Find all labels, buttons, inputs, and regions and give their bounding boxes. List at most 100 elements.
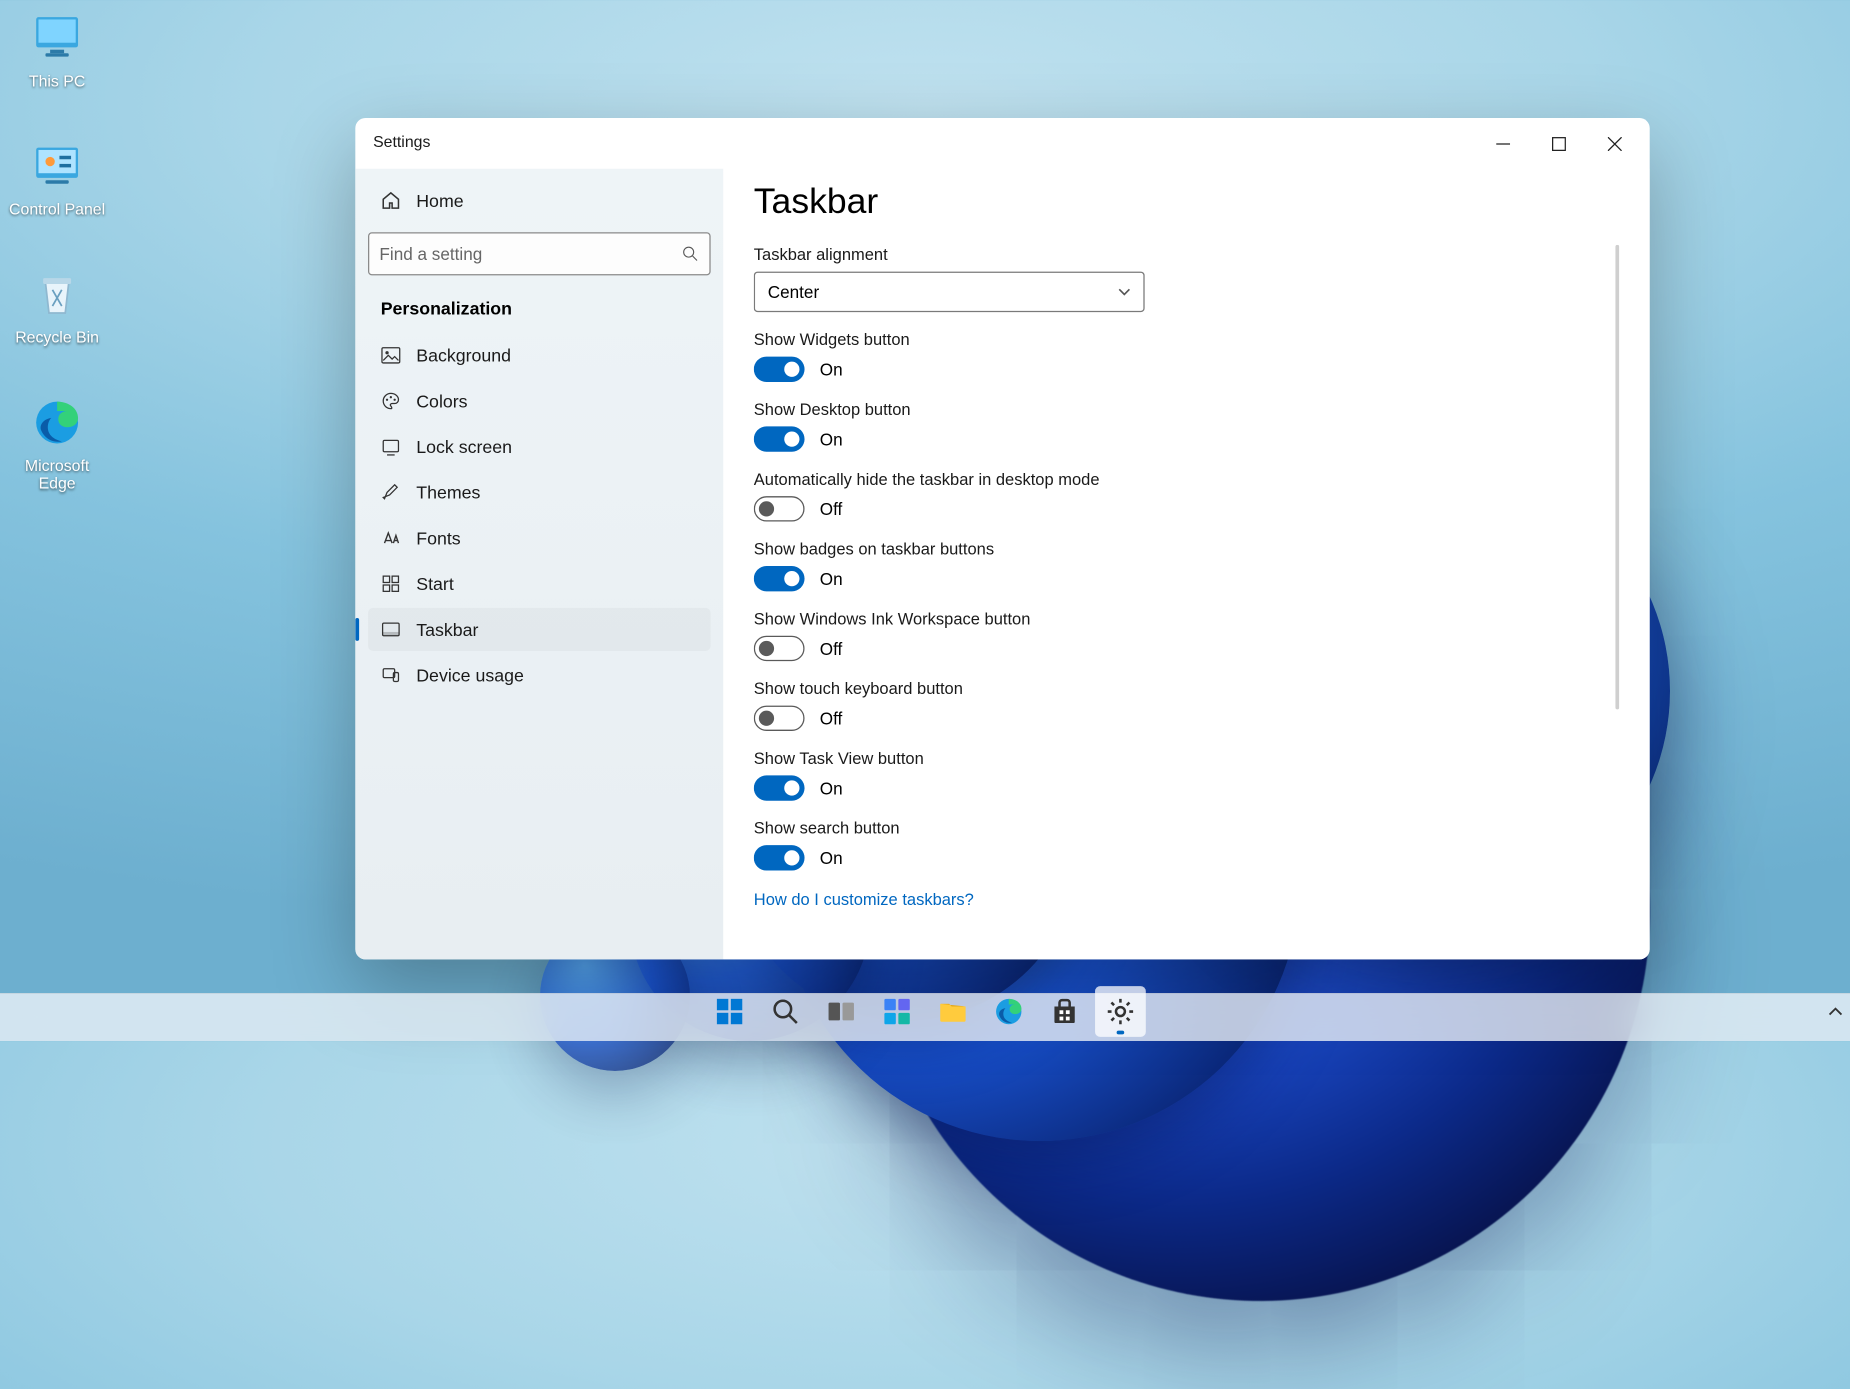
toggle-switch[interactable] xyxy=(754,426,805,451)
search-button[interactable] xyxy=(760,986,811,1037)
window-title: Settings xyxy=(373,133,430,151)
nav-label: Fonts xyxy=(416,528,460,548)
nav-label: Background xyxy=(416,345,511,365)
fonts-icon xyxy=(381,528,401,548)
nav-label: Taskbar xyxy=(416,619,478,639)
nav-home[interactable]: Home xyxy=(368,179,711,222)
desktop-icon-label: Control Panel xyxy=(9,201,105,219)
chevron-down-icon xyxy=(1118,286,1131,299)
setting-label: Show search button xyxy=(754,819,1612,838)
maximize-button[interactable] xyxy=(1530,123,1586,164)
nav-start[interactable]: Start xyxy=(368,562,711,605)
device-usage-icon xyxy=(381,665,401,685)
settings-button[interactable] xyxy=(1095,986,1146,1037)
settings-search[interactable] xyxy=(368,232,711,275)
desktop-icon-recycle-bin[interactable]: Recycle Bin xyxy=(15,266,99,346)
desktop-icon-label: This PC xyxy=(29,72,85,90)
chevron-up-icon[interactable] xyxy=(1826,1002,1845,1021)
task-view-icon xyxy=(826,996,856,1026)
desktop-icon-label: Microsoft Edge xyxy=(6,457,108,493)
nav-taskbar[interactable]: Taskbar xyxy=(368,608,711,651)
control-panel-icon xyxy=(29,138,85,194)
nav-label: Colors xyxy=(416,391,467,411)
nav-device-usage[interactable]: Device usage xyxy=(368,654,711,697)
microsoft-store-button[interactable] xyxy=(1039,986,1090,1037)
folder-icon xyxy=(938,996,968,1026)
desktop-icon-label: Recycle Bin xyxy=(15,329,99,347)
nav-label: Device usage xyxy=(416,665,524,685)
settings-sidebar: Home Personalization Background Colors L… xyxy=(355,169,723,960)
nav-themes[interactable]: Themes xyxy=(368,471,711,514)
lock-screen-icon xyxy=(381,437,401,457)
start-button[interactable] xyxy=(704,986,755,1037)
desktop-icon-microsoft-edge[interactable]: Microsoft Edge xyxy=(6,395,108,493)
search-input[interactable] xyxy=(379,244,681,263)
grid-icon xyxy=(381,574,401,594)
toggle-switch[interactable] xyxy=(754,357,805,382)
taskbar-alignment-dropdown[interactable]: Center xyxy=(754,272,1145,313)
system-tray[interactable]: ENG 3:44 AM 6/17/2021 1 xyxy=(1826,994,1850,1028)
toggle-switch[interactable] xyxy=(754,496,805,521)
toggle-state: Off xyxy=(820,639,843,658)
toggle-state: Off xyxy=(820,499,843,518)
desktop-icon-control-panel[interactable]: Control Panel xyxy=(9,138,105,218)
sidebar-section: Personalization xyxy=(368,291,711,332)
nav-fonts[interactable]: Fonts xyxy=(368,516,711,559)
search-icon xyxy=(681,245,699,263)
picture-icon xyxy=(381,345,401,365)
toggle-switch[interactable] xyxy=(754,706,805,731)
dropdown-value: Center xyxy=(768,282,819,301)
edge-icon xyxy=(29,395,85,451)
toggle-state: On xyxy=(820,430,843,449)
edge-button[interactable] xyxy=(983,986,1034,1037)
toggle-switch[interactable] xyxy=(754,775,805,800)
close-button[interactable] xyxy=(1586,123,1642,164)
setting-label: Show Task View button xyxy=(754,749,1612,768)
setting-label: Show badges on taskbar buttons xyxy=(754,539,1612,558)
taskbar-center xyxy=(704,986,1146,1037)
setting-label: Show Widgets button xyxy=(754,330,1612,349)
toggle-switch[interactable] xyxy=(754,845,805,870)
setting-label: Show touch keyboard button xyxy=(754,679,1612,698)
window-titlebar[interactable]: Settings xyxy=(355,118,1649,169)
nav-label: Home xyxy=(416,190,463,210)
widgets-button[interactable] xyxy=(872,986,923,1037)
taskbar-icon xyxy=(381,619,401,639)
edge-icon xyxy=(994,996,1024,1026)
task-view-button[interactable] xyxy=(816,986,867,1037)
store-icon xyxy=(1049,996,1079,1026)
setting-label: Taskbar alignment xyxy=(754,245,1612,264)
file-explorer-button[interactable] xyxy=(928,986,979,1037)
setting-label: Show Desktop button xyxy=(754,400,1612,419)
toggle-state: On xyxy=(820,779,843,798)
monitor-icon xyxy=(29,10,85,66)
search-icon xyxy=(770,996,800,1026)
toggle-switch[interactable] xyxy=(754,566,805,591)
settings-window: Settings Home Personalization Background xyxy=(355,118,1649,959)
minimize-button[interactable] xyxy=(1475,123,1531,164)
home-icon xyxy=(381,190,401,210)
page-title: Taskbar xyxy=(754,181,1619,222)
nav-label: Themes xyxy=(416,482,480,502)
brush-icon xyxy=(381,482,401,502)
toggle-switch[interactable] xyxy=(754,636,805,661)
nav-background[interactable]: Background xyxy=(368,334,711,377)
gear-icon xyxy=(1105,996,1135,1026)
toggle-state: On xyxy=(820,360,843,379)
settings-main: Taskbar Taskbar alignment Center Show Wi… xyxy=(723,169,1649,960)
scrollbar[interactable] xyxy=(1615,245,1619,709)
widgets-icon xyxy=(882,996,912,1026)
windows-logo-icon xyxy=(714,996,744,1026)
toggle-state: Off xyxy=(820,709,843,728)
taskbar: ENG 3:44 AM 6/17/2021 1 xyxy=(0,993,1850,1041)
nav-colors[interactable]: Colors xyxy=(368,379,711,422)
setting-label: Show Windows Ink Workspace button xyxy=(754,609,1612,628)
palette-icon xyxy=(381,391,401,411)
toggle-state: On xyxy=(820,569,843,588)
recycle-bin-icon xyxy=(29,266,85,322)
nav-lock-screen[interactable]: Lock screen xyxy=(368,425,711,468)
toggle-state: On xyxy=(820,848,843,867)
help-link[interactable]: How do I customize taskbars? xyxy=(754,890,974,909)
desktop-icon-this-pc[interactable]: This PC xyxy=(29,10,85,90)
nav-label: Start xyxy=(416,574,454,594)
